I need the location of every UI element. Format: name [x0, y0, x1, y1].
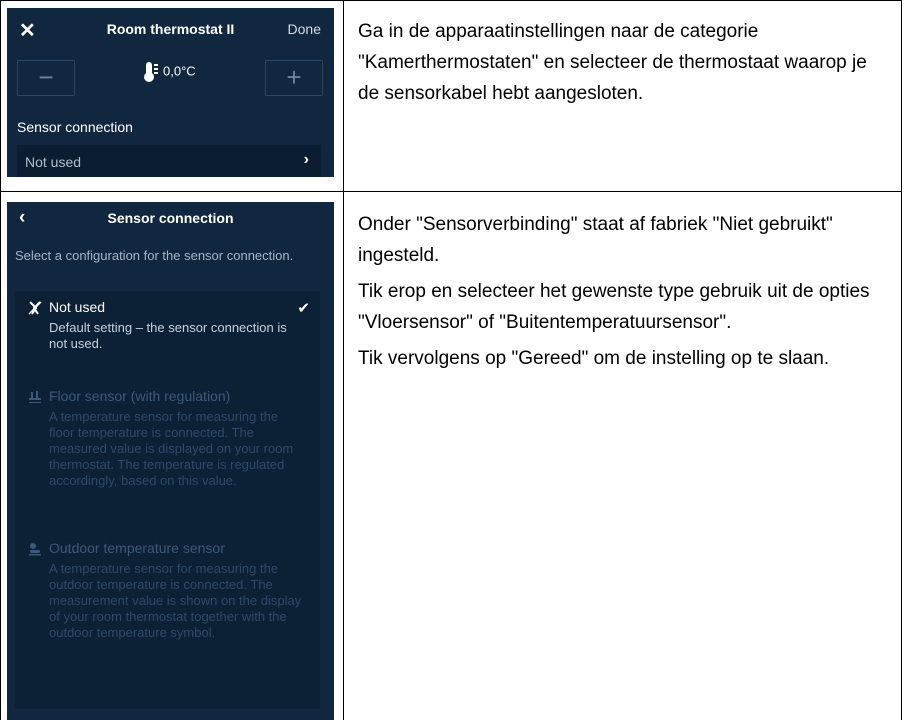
floor-sensor-icon	[29, 391, 41, 403]
options-panel: Not used ✔ Default setting – the sensor …	[15, 291, 320, 709]
sensor-connection-row[interactable]: Not used ›	[17, 145, 321, 177]
no-sensor-icon	[28, 301, 42, 315]
step2-paragraph-2: Tik erop en selecteer het gewenste type …	[358, 281, 870, 333]
step1-paragraph: Ga in de apparaatinstellingen naar de ca…	[358, 21, 867, 104]
sensor-connection-screen: ‹ Sensor connection Select a configurati…	[7, 202, 334, 720]
table-row-divider	[0, 191, 902, 192]
table-border-left	[0, 0, 1, 720]
chevron-right-icon: ›	[303, 151, 309, 168]
option-title: Floor sensor (with regulation)	[49, 388, 231, 404]
option-title: Not used	[49, 299, 106, 315]
top-bar: ✕ Room thermostat II Done	[7, 8, 334, 51]
step2-text-cell: Onder "Sensorverbinding" staat af fabrie…	[358, 209, 893, 379]
step1-text-cell: Ga in de apparaatinstellingen naar de ca…	[358, 16, 888, 114]
done-button[interactable]: Done	[288, 21, 321, 37]
step2-paragraph-1: Onder "Sensorverbinding" staat af fabrie…	[358, 214, 833, 266]
top-bar: ‹ Sensor connection	[7, 202, 334, 232]
outdoor-sensor-icon	[29, 543, 41, 556]
screen-title: Sensor connection	[107, 210, 234, 226]
table-column-divider	[343, 0, 344, 720]
checkmark-icon: ✔	[297, 300, 310, 317]
screen-title: Room thermostat II	[106, 21, 235, 37]
table-border-right	[901, 0, 902, 720]
decrease-button[interactable]: −	[17, 60, 75, 96]
table-border-top	[0, 0, 902, 1]
sensor-connection-value: Not used	[25, 154, 82, 170]
room-thermostat-screen: ✕ Room thermostat II Done − 0,0°C + Sens…	[7, 8, 334, 177]
temperature-display: 0,0°C	[143, 61, 196, 83]
option-description: A temperature sensor for measuring the f…	[49, 409, 294, 488]
sensor-connection-label: Sensor connection	[17, 119, 133, 135]
temperature-value: 0,0°C	[163, 63, 196, 79]
step2-paragraph-3: Tik vervolgens op "Gereed" om de instell…	[358, 348, 830, 369]
screen-description: Select a configuration for the sensor co…	[15, 248, 294, 263]
option-description: A temperature sensor for measuring the o…	[49, 561, 302, 640]
option-description: Default setting – the sensor connection …	[49, 320, 287, 351]
thermometer-icon	[144, 62, 158, 82]
option-title: Outdoor temperature sensor	[49, 540, 225, 556]
increase-button[interactable]: +	[265, 60, 323, 96]
